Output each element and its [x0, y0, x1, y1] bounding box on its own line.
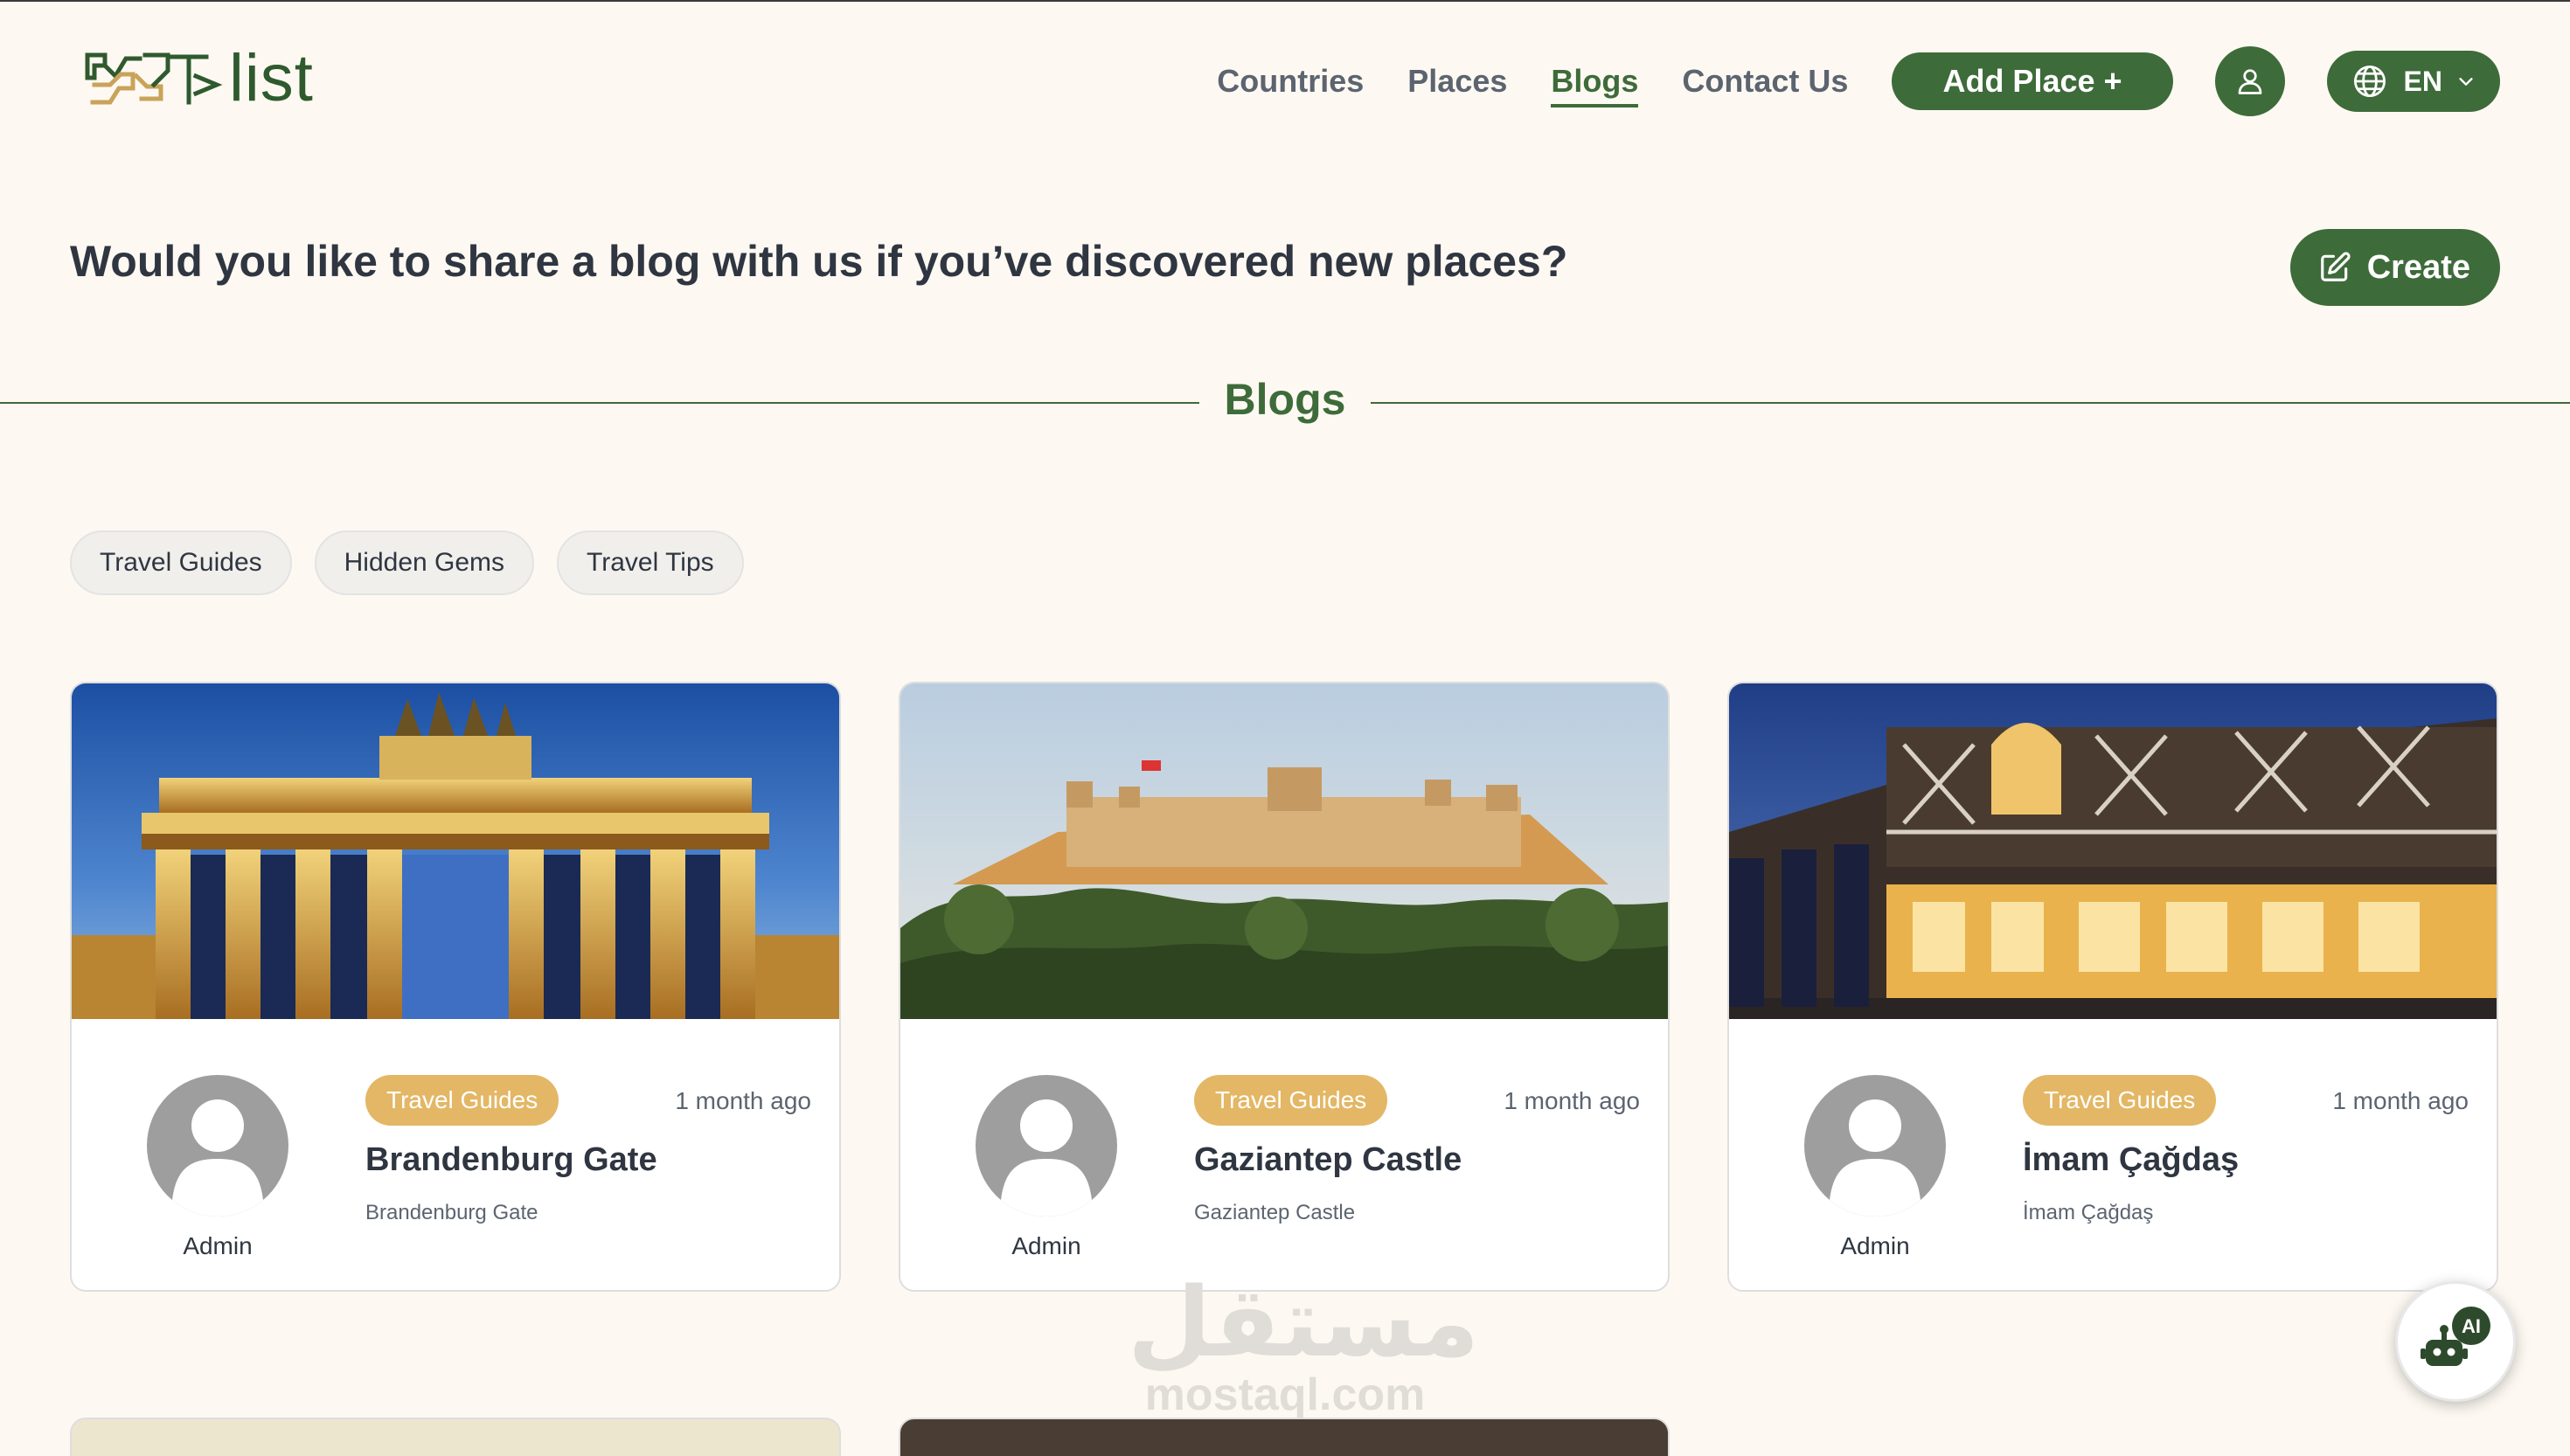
nav-places[interactable]: Places: [1407, 66, 1507, 97]
logo-mark-icon: [85, 52, 223, 105]
create-blog-button[interactable]: Create: [2289, 229, 2500, 306]
post-time: 1 month ago: [1504, 1087, 1640, 1114]
user-icon: [2238, 69, 2261, 94]
header: list Countries Places Blogs Contact Us A…: [0, 0, 2570, 157]
main-nav: Countries Places Blogs Contact Us Add Pl…: [1217, 46, 2500, 116]
blog-card-partial[interactable]: [899, 1418, 1670, 1456]
logo[interactable]: list: [84, 45, 314, 112]
filter-hidden-gems[interactable]: Hidden Gems: [314, 530, 535, 595]
globe-icon: [2353, 65, 2386, 98]
chevron-down-icon: [2459, 78, 2473, 86]
ai-assistant-button[interactable]: AI: [2395, 1281, 2516, 1402]
category-badge: Travel Guides: [2023, 1075, 2217, 1126]
brandenburg-gate-photo: [72, 683, 839, 1019]
category-badge: Travel Guides: [1194, 1075, 1388, 1126]
edit-icon: [2320, 252, 2351, 281]
share-blog-prompt: Would you like to share a blog with us i…: [70, 237, 1568, 286]
robot-icon: AI: [2421, 1307, 2490, 1366]
blog-subtitle: İmam Çağdaş: [2023, 1201, 2154, 1224]
add-place-button[interactable]: Add Place +: [1892, 52, 2173, 110]
author-name: Admin: [1011, 1232, 1081, 1259]
author-avatar: [147, 1075, 288, 1217]
blog-title[interactable]: İmam Çağdaş: [2023, 1141, 2239, 1179]
post-time: 1 month ago: [675, 1087, 811, 1114]
blog-subtitle: Brandenburg Gate: [365, 1201, 538, 1224]
gaziantep-castle-photo: [900, 683, 1668, 1019]
filter-travel-tips[interactable]: Travel Tips: [557, 530, 744, 595]
section-title: Blogs: [1224, 375, 1346, 424]
nav-blogs[interactable]: Blogs: [1551, 66, 1639, 107]
category-badge: Travel Guides: [365, 1075, 559, 1126]
author-avatar: [976, 1075, 1117, 1217]
blog-subtitle: Gaziantep Castle: [1194, 1201, 1356, 1224]
watermark-latin: mostaql.com: [1144, 1369, 1426, 1420]
watermark: مستقل mostaql.com: [1128, 1266, 1480, 1420]
blog-card-partial[interactable]: [70, 1418, 841, 1456]
imam-cagdas-photo: [1729, 683, 2497, 1019]
category-filters: Travel Guides Hidden Gems Travel Tips: [70, 530, 767, 595]
ai-badge: AI: [2462, 1315, 2481, 1337]
blog-card[interactable]: Admin Travel Guides 1 month ago İmam Çağ…: [1727, 682, 2498, 1292]
post-time: 1 month ago: [2332, 1087, 2469, 1114]
author-avatar: [1804, 1075, 1946, 1217]
language-label: EN: [2403, 65, 2442, 97]
user-account-button[interactable]: [2214, 46, 2285, 116]
language-selector[interactable]: EN: [2326, 51, 2500, 112]
watermark-arabic: مستقل: [1128, 1266, 1480, 1378]
nav-contact-us[interactable]: Contact Us: [1682, 66, 1848, 97]
blog-card[interactable]: Admin Travel Guides 1 month ago Gaziante…: [899, 682, 1670, 1292]
filter-travel-guides[interactable]: Travel Guides: [70, 530, 292, 595]
nav-countries[interactable]: Countries: [1217, 66, 1364, 97]
logo-text: list: [229, 41, 314, 115]
blogs-page: list Countries Places Blogs Contact Us A…: [0, 0, 2570, 1456]
author-name: Admin: [183, 1232, 253, 1259]
author-name: Admin: [1840, 1232, 1910, 1259]
create-label: Create: [2366, 248, 2470, 286]
blog-card[interactable]: Admin Travel Guides 1 month ago Brandenb…: [70, 682, 841, 1292]
blog-title[interactable]: Gaziantep Castle: [1194, 1141, 1462, 1179]
blog-title[interactable]: Brandenburg Gate: [365, 1141, 657, 1179]
